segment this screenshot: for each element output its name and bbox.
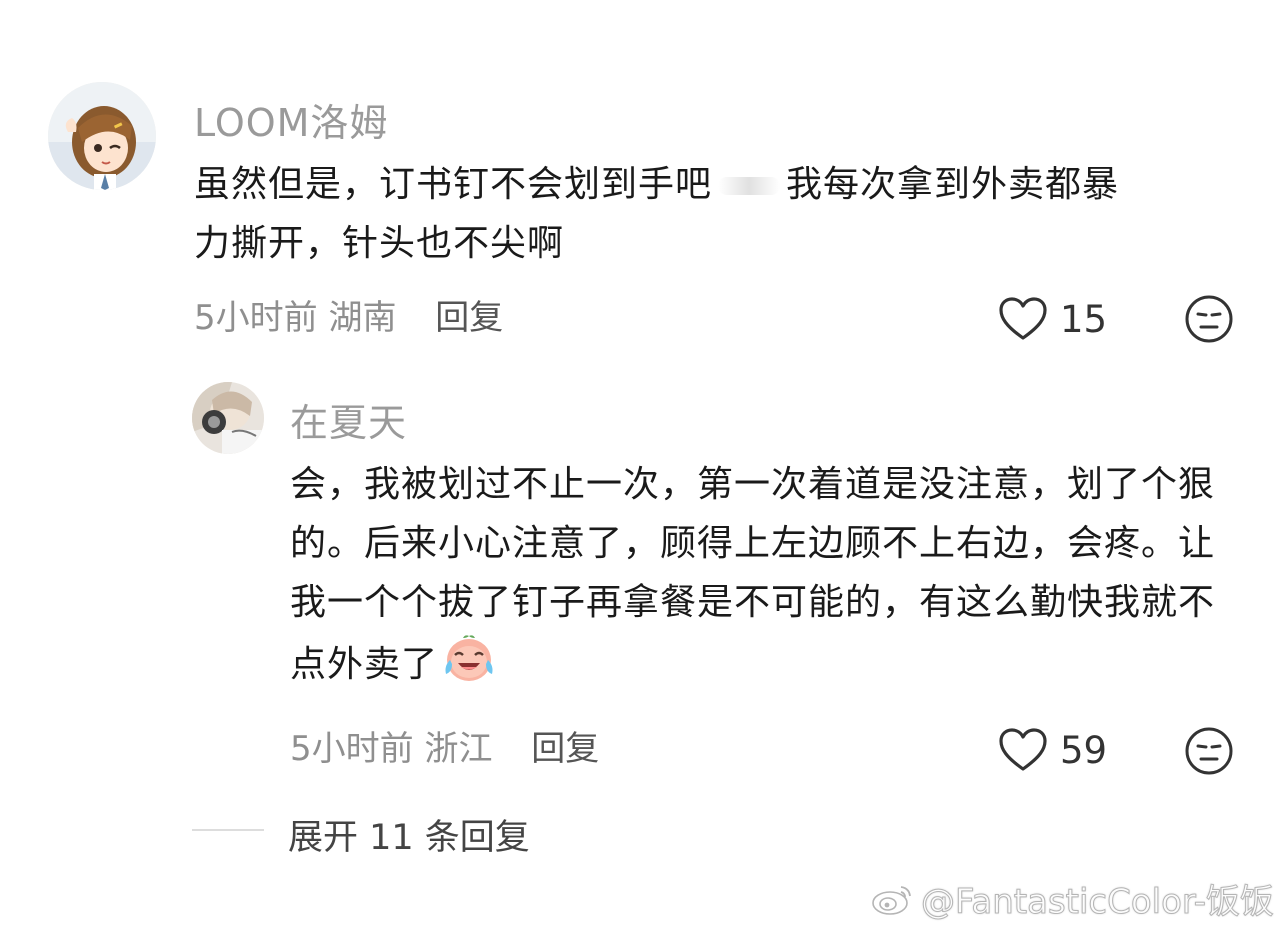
username[interactable]: LOOM洛姆 (194, 92, 388, 147)
watermark: @FantasticColor-饭饭 (871, 874, 1275, 923)
username[interactable]: 在夏天 (290, 392, 407, 447)
like-count: 59 (1060, 728, 1108, 772)
crying-laughing-emoji-icon (442, 632, 496, 702)
watermark-text: @FantasticColor-饭饭 (920, 882, 1274, 923)
comment-text: 会，我被划过不止一次，第一次着道是没注意，划了个狠的。后来小心注意了，顾得上左边… (290, 455, 1235, 702)
comment-meta: 5小时前 浙江 回复 (290, 729, 599, 769)
like-button[interactable]: 15 (998, 296, 1107, 342)
weibo-logo-icon (872, 885, 911, 915)
comment-text-part: 虽然但是，订书钉不会划到手吧 (194, 164, 713, 205)
avatar[interactable] (192, 382, 264, 454)
anime-girl-avatar-icon (48, 82, 156, 190)
expand-divider (192, 829, 264, 831)
avatar[interactable] (48, 82, 156, 190)
anime-character-avatar-icon (192, 382, 264, 454)
neutral-face-icon (1185, 295, 1233, 343)
dislike-button[interactable] (1184, 294, 1234, 344)
comment-time: 5小时前 (194, 298, 318, 338)
like-button[interactable]: 59 (998, 727, 1107, 773)
neutral-face-icon (1185, 727, 1233, 775)
heart-outline-icon (999, 297, 1047, 340)
dislike-button[interactable] (1184, 726, 1234, 776)
comment-text-part: 我每次拿到外卖都暴 (786, 164, 1120, 205)
reply-button[interactable]: 回复 (435, 298, 503, 338)
comment-location: 浙江 (424, 729, 493, 769)
comment-time: 5小时前 (290, 729, 414, 769)
comment-text-part: 力撕开，针头也不尖啊 (194, 223, 565, 264)
comment-text: 虽然但是，订书钉不会划到手吧 我每次拿到外卖都暴 力撕开，针头也不尖啊 (194, 155, 1234, 273)
like-count: 15 (1060, 297, 1108, 341)
comment-location: 湖南 (328, 298, 397, 338)
comment-text-part: 会，我被划过不止一次，第一次着道是没注意，划了个狠的。后来小心注意了，顾得上左边… (290, 464, 1216, 685)
heart-outline-icon (999, 728, 1047, 771)
expand-replies-button[interactable]: 展开 11 条回复 (288, 809, 530, 860)
blurred-emoji (718, 177, 781, 195)
comment-meta: 5小时前 湖南 回复 (194, 298, 503, 338)
reply-button[interactable]: 回复 (531, 729, 599, 769)
